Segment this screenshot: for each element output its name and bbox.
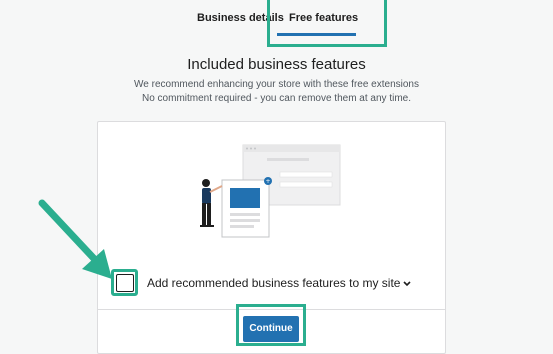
subtitle-line-1: We recommend enhancing your store with t…: [134, 79, 419, 90]
annotation-highlight-tab: [267, 0, 387, 47]
business-features-label[interactable]: Add recommended business features to my …: [147, 276, 400, 290]
chevron-down-icon[interactable]: [401, 279, 413, 289]
svg-text:+: +: [265, 178, 270, 185]
continue-button[interactable]: Continue: [243, 316, 299, 342]
business-features-checkbox[interactable]: [116, 274, 134, 292]
annotation-arrow-icon: [38, 199, 112, 279]
page-title: Included business features: [187, 56, 366, 73]
subtitle-line-2: No commitment required - you can remove …: [142, 93, 411, 104]
illustration-person-icon: +: [200, 144, 341, 238]
